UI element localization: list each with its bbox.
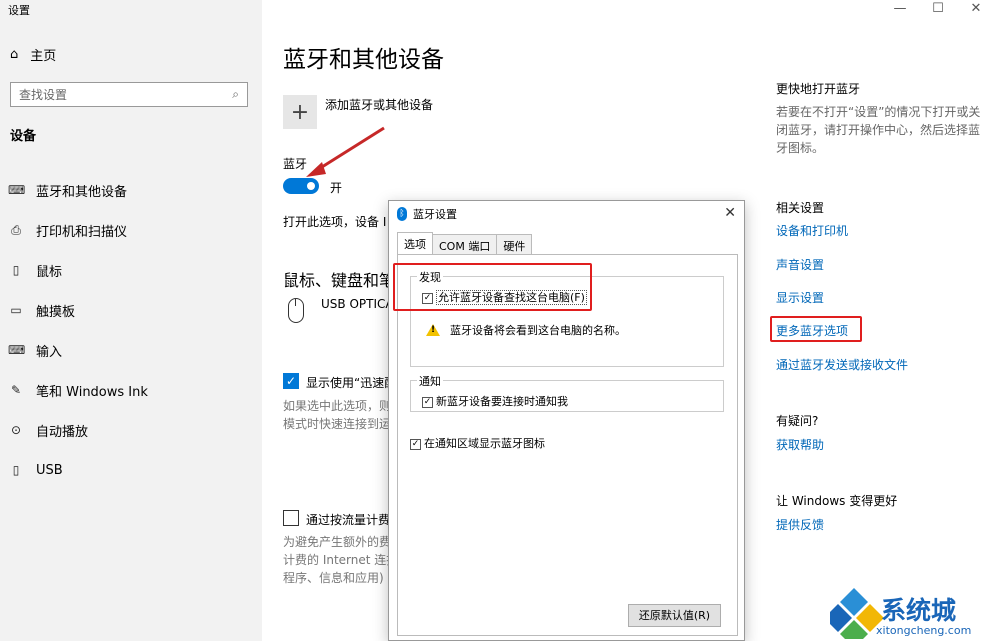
- app-title: 设置: [8, 4, 30, 17]
- watermark-url: xitongcheng.com: [876, 624, 972, 637]
- section-heading: 设备: [10, 129, 37, 144]
- desc-line: 为避免产生额外的费: [283, 535, 391, 549]
- improve-title: 让 Windows 变得更好: [776, 494, 898, 508]
- annotation-box: [770, 316, 862, 342]
- sidebar-item-label: USB: [36, 462, 63, 478]
- quick-title: 更快地打开蓝牙: [776, 82, 861, 96]
- notify-option[interactable]: ✓ 新蓝牙设备要连接时通知我: [422, 393, 568, 409]
- search-icon: ⌕: [232, 87, 239, 101]
- warning-text: 蓝牙设备将会看到这台电脑的名称。: [450, 324, 626, 337]
- swift-pair-description: 如果选中此选项，则 模式时快速连接到运: [283, 397, 393, 433]
- sidebar: 设置 ⌂ 主页 查找设置 ⌕ 设备 ⌨ 蓝牙和其他设备 ⎙ 打印机和扫描仪 ▯ 鼠标 ▭ 触摸…: [0, 0, 262, 641]
- sidebar-item-label: 输入: [36, 344, 63, 360]
- sidebar-item-6[interactable]: ⊙ 自动播放: [8, 410, 148, 450]
- tab-hardware[interactable]: 硬件: [496, 234, 533, 254]
- group-title: 鼠标、键盘和笔: [283, 271, 396, 290]
- dialog-title: 蓝牙设置: [413, 208, 457, 221]
- tab-com-port[interactable]: COM 端口: [432, 234, 498, 254]
- discover-text: 打开此选项，设备 I: [283, 215, 387, 229]
- sidebar-nav: ⌨ 蓝牙和其他设备 ⎙ 打印机和扫描仪 ▯ 鼠标 ▭ 触摸板 ⌨ 输入 ✎ 笔和 Windows In…: [8, 170, 148, 490]
- show-tray-checkbox[interactable]: ✓: [410, 438, 421, 450]
- quick-text: 若要在不打开“设置”的情况下打开或关闭蓝牙，请打开操作中心，然后选择蓝牙图标。: [776, 105, 981, 155]
- dialog-titlebar[interactable]: ᛒ 蓝牙设置: [389, 201, 744, 227]
- sidebar-item-label: 鼠标: [36, 264, 63, 280]
- pen-icon: ✎: [10, 383, 22, 397]
- link-devices-printers[interactable]: 设备和打印机: [776, 222, 848, 239]
- sidebar-item-0[interactable]: ⌨ 蓝牙和其他设备: [8, 170, 148, 210]
- annotation-box: [393, 263, 592, 311]
- sidebar-item-7[interactable]: ▯ USB: [8, 450, 148, 490]
- related-title: 相关设置: [776, 201, 825, 215]
- swift-pair-checkbox[interactable]: ✓: [283, 373, 299, 389]
- notify-label: 新蓝牙设备要连接时通知我: [436, 395, 568, 408]
- keyboard-icon: ⌨: [8, 343, 26, 357]
- sidebar-item-5[interactable]: ✎ 笔和 Windows Ink: [8, 370, 148, 410]
- notify-legend: 通知: [417, 373, 443, 389]
- sidebar-item-label: 打印机和扫描仪: [36, 224, 128, 240]
- sidebar-item-1[interactable]: ⎙ 打印机和扫描仪: [8, 210, 148, 250]
- swift-pair-label: 显示使用“迅速配: [306, 376, 397, 390]
- dialog-tabs: 选项 COM 端口 硬件: [397, 232, 533, 254]
- mouse-icon: ▯: [12, 263, 20, 277]
- desc-line: 计费的 Internet 连接: [283, 553, 391, 567]
- printer-icon: ⎙: [11, 222, 21, 237]
- warning-row: 蓝牙设备将会看到这台电脑的名称。: [426, 322, 626, 338]
- usb-icon: ▯: [12, 463, 20, 477]
- sidebar-item-label: 触摸板: [36, 304, 76, 320]
- show-tray-option[interactable]: ✓ 在通知区域显示蓝牙图标: [410, 435, 545, 451]
- warning-icon: [426, 324, 440, 336]
- desc-line: 模式时快速连接到运: [283, 417, 392, 431]
- mouse-device-icon: [288, 298, 304, 323]
- metered-label: 通过按流量计费: [306, 513, 391, 527]
- watermark-text: 系统城: [881, 596, 957, 625]
- sidebar-item-label: 笔和 Windows Ink: [36, 384, 148, 400]
- metered-checkbox[interactable]: [283, 510, 299, 526]
- add-device-label[interactable]: 添加蓝牙或其他设备: [325, 96, 433, 113]
- link-get-help[interactable]: 获取帮助: [776, 436, 824, 453]
- restore-defaults-button[interactable]: 还原默认值(R): [628, 604, 721, 627]
- notify-group: 通知 ✓ 新蓝牙设备要连接时通知我: [410, 373, 724, 412]
- tab-options[interactable]: 选项: [397, 232, 433, 254]
- bluetooth-devices-icon: ⌨: [8, 183, 26, 197]
- sidebar-item-label: 自动播放: [36, 424, 89, 440]
- sidebar-item-3[interactable]: ▭ 触摸板: [8, 290, 148, 330]
- sidebar-item-label: 蓝牙和其他设备: [36, 184, 128, 200]
- annotation-arrow: [306, 126, 385, 177]
- bluetooth-icon: ᛒ: [397, 207, 407, 221]
- search-placeholder: 查找设置: [19, 88, 68, 102]
- desc-line: 如果选中此选项，则: [283, 399, 392, 413]
- home-icon: ⌂: [10, 47, 19, 62]
- autoplay-icon: ⊙: [10, 423, 22, 437]
- dialog-close-button[interactable]: ✕: [724, 205, 736, 221]
- link-feedback[interactable]: 提供反馈: [776, 516, 824, 533]
- question-title: 有疑问?: [776, 414, 819, 428]
- sidebar-item-home[interactable]: ⌂ 主页: [10, 45, 56, 64]
- home-label: 主页: [30, 49, 57, 64]
- link-sound-settings[interactable]: 声音设置: [776, 256, 824, 273]
- show-tray-label: 在通知区域显示蓝牙图标: [424, 437, 545, 450]
- sidebar-item-2[interactable]: ▯ 鼠标: [8, 250, 148, 290]
- plus-icon: +: [290, 99, 310, 125]
- link-display-settings[interactable]: 显示设置: [776, 289, 824, 306]
- search-input[interactable]: 查找设置 ⌕: [10, 82, 248, 107]
- desc-line: 程序、信息和应用): [283, 571, 384, 585]
- notify-checkbox[interactable]: ✓: [422, 396, 433, 408]
- metered-description: 为避免产生额外的费 计费的 Internet 连接 程序、信息和应用): [283, 533, 391, 587]
- link-send-receive-files[interactable]: 通过蓝牙发送或接收文件: [776, 356, 908, 373]
- page-title: 蓝牙和其他设备: [283, 47, 444, 73]
- sidebar-item-4[interactable]: ⌨ 输入: [8, 330, 148, 370]
- touchpad-icon: ▭: [10, 303, 22, 317]
- options-panel: 发现 ✓允许蓝牙设备查找这台电脑(F) 蓝牙设备将会看到这台电脑的名称。 通知 …: [397, 254, 738, 636]
